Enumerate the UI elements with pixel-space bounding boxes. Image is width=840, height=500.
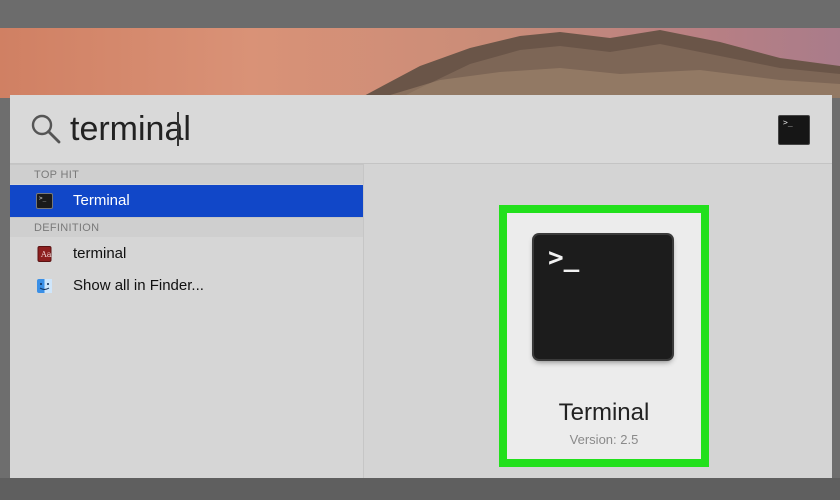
result-label: Terminal	[73, 192, 130, 209]
result-show-all-in-finder[interactable]: Show all in Finder...	[10, 270, 363, 302]
result-label: terminal	[73, 245, 127, 262]
section-header-top-hit: TOP HIT	[10, 164, 363, 184]
preview-version: Version: 2.5	[569, 432, 639, 447]
spotlight-window: >_ TOP HIT >_ Terminal DEFINITION Aa ter…	[10, 95, 832, 478]
preview-pane: >_ Terminal Version: 2.5	[364, 164, 832, 478]
desktop-wallpaper	[0, 28, 840, 98]
search-icon	[31, 114, 61, 144]
result-terminal-app[interactable]: >_ Terminal	[10, 185, 363, 217]
bottom-bar	[0, 478, 840, 500]
dictionary-icon: Aa	[37, 246, 52, 262]
svg-text:Aa: Aa	[40, 250, 52, 259]
preview-title: Terminal	[558, 399, 650, 426]
svg-text:>_: >_	[39, 195, 47, 202]
terminal-thumbnail-icon: >_	[778, 115, 810, 145]
preview-highlight-frame: >_ Terminal Version: 2.5	[499, 205, 709, 467]
top-bar	[0, 0, 840, 28]
terminal-large-icon[interactable]: >_	[534, 235, 672, 359]
section-header-definition: DEFINITION	[10, 217, 363, 237]
search-input[interactable]	[70, 107, 710, 151]
results-list: TOP HIT >_ Terminal DEFINITION Aa termin…	[10, 164, 363, 478]
finder-icon	[37, 279, 52, 293]
search-bar: >_	[10, 95, 832, 164]
result-definition-terminal[interactable]: Aa terminal	[10, 238, 363, 270]
result-label: Show all in Finder...	[73, 277, 204, 294]
terminal-app-icon: >_	[36, 193, 53, 209]
text-caret	[177, 112, 179, 146]
